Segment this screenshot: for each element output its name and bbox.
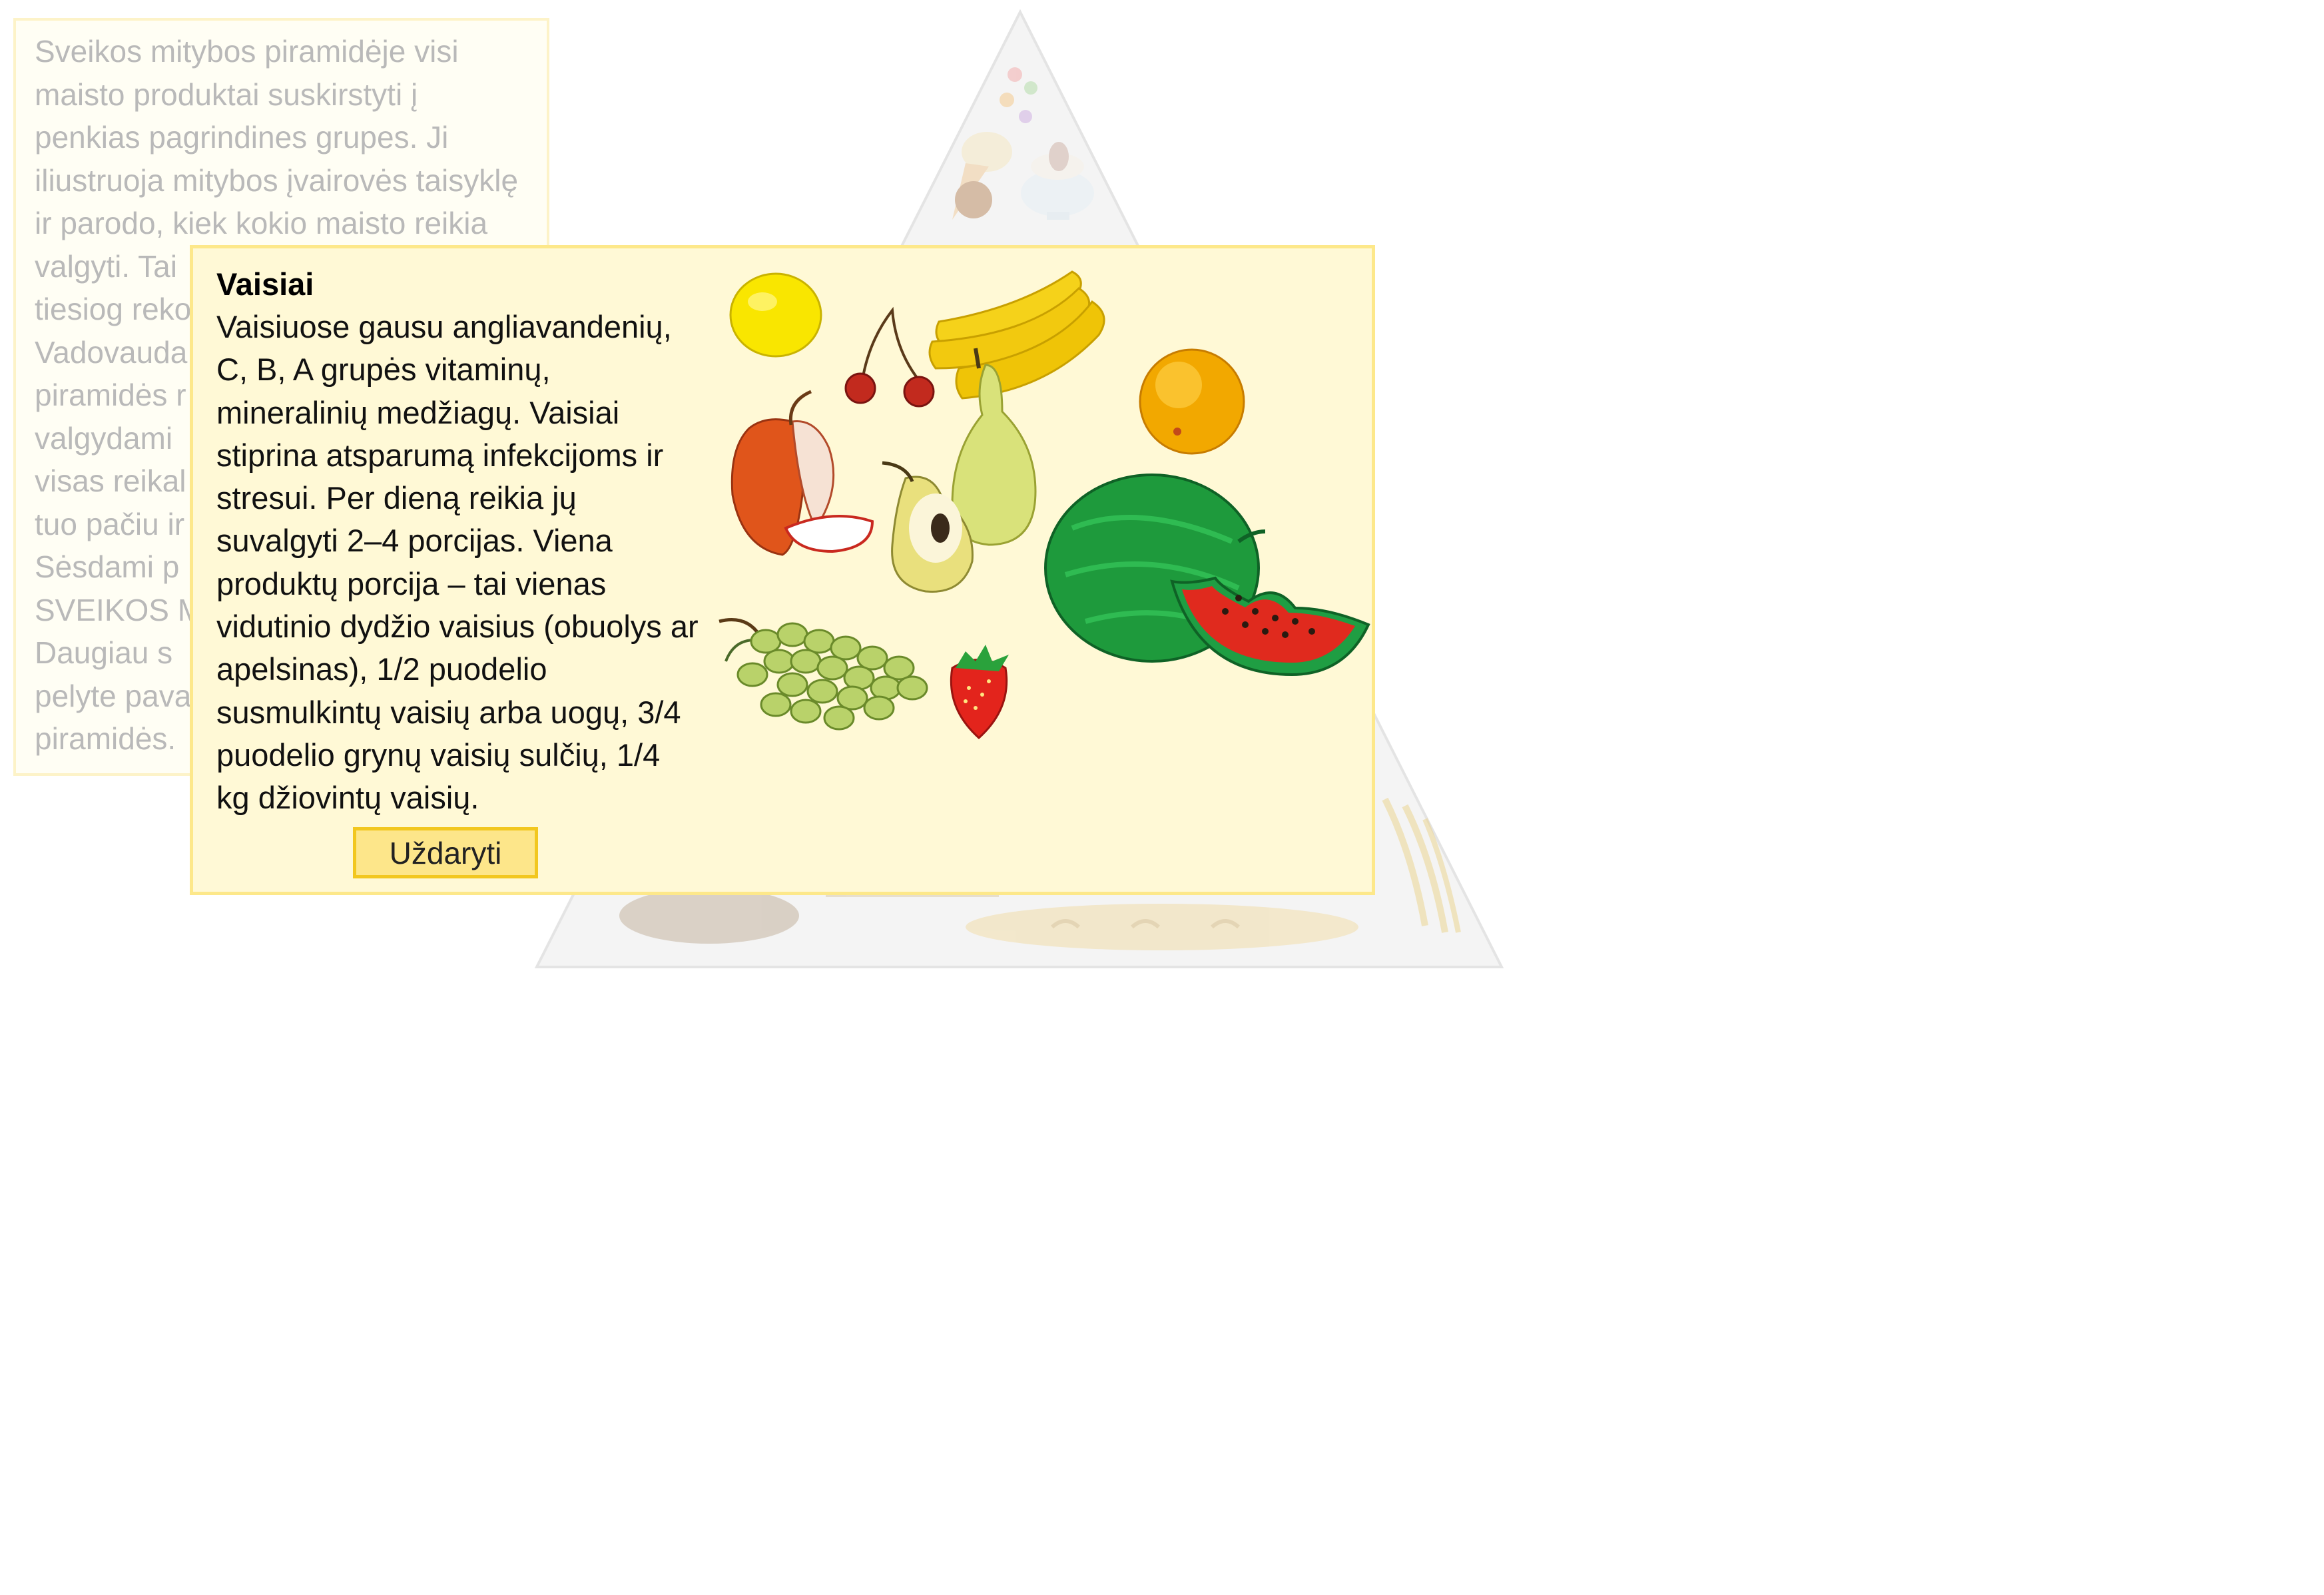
watermelon-slice-icon xyxy=(1170,576,1370,677)
grapes-icon xyxy=(719,618,928,731)
intro-line: Sveikos mitybos piramidėje visi xyxy=(35,34,459,69)
cherry-icon xyxy=(844,306,935,408)
close-button[interactable]: Uždaryti xyxy=(353,827,538,878)
intro-line: maisto produktai suskirstyti į xyxy=(35,77,418,112)
lemon-icon xyxy=(729,272,822,358)
dialog-body-text: Vaisiuose gausu angliavandenių, C, B, A … xyxy=(216,309,699,816)
fruit-info-dialog: Vaisiai Vaisiuose gausu angliavandenių, … xyxy=(190,245,1375,895)
dialog-title: Vaisiai xyxy=(216,266,314,302)
apple-icon xyxy=(730,390,874,556)
intro-line: iliustruoja mitybos įvairovės taisyklę xyxy=(35,162,519,198)
orange-icon xyxy=(1139,348,1245,455)
strawberry-icon xyxy=(950,645,1009,740)
banana-icon xyxy=(928,270,1105,400)
intro-line: ir parodo, kiek kokio maisto reikia xyxy=(35,206,488,240)
intro-line: penkias pagrindines grupes. Ji xyxy=(35,120,449,155)
fruits-illustration xyxy=(719,270,1370,740)
